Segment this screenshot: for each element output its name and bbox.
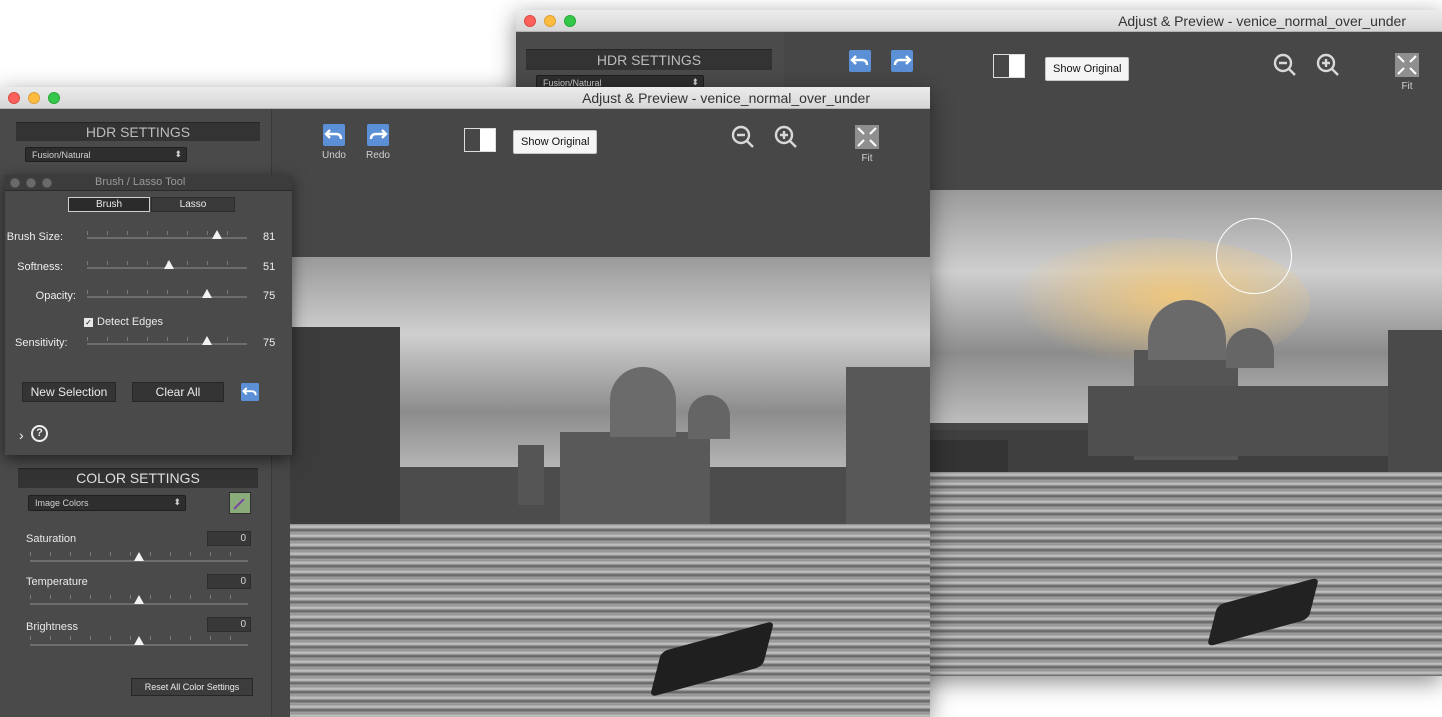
back-fit-button[interactable]: Fit xyxy=(1392,53,1422,92)
front-compare-icon[interactable] xyxy=(464,128,496,152)
close-button[interactable] xyxy=(8,92,20,104)
sensitivity-ticks xyxy=(87,337,247,341)
redo-icon xyxy=(367,124,389,146)
minimize-button[interactable] xyxy=(544,15,556,27)
back-zoom-out-icon[interactable] xyxy=(1273,53,1297,77)
back-show-original-button[interactable]: Show Original xyxy=(1045,57,1130,81)
opacity-ticks xyxy=(87,290,247,294)
redo-icon xyxy=(891,50,913,72)
undo-label: Undo xyxy=(322,150,346,161)
reset-color-settings-button[interactable]: Reset All Color Settings xyxy=(131,678,253,696)
back-redo-button[interactable] xyxy=(888,50,916,76)
undo-icon xyxy=(849,50,871,72)
front-zoom-out-icon[interactable] xyxy=(731,125,755,149)
brightness-value[interactable]: 0 xyxy=(207,617,251,632)
select-arrow-icon: ⬍ xyxy=(174,149,182,159)
close-button[interactable] xyxy=(524,15,536,27)
opacity-thumb[interactable] xyxy=(202,289,212,298)
softness-thumb[interactable] xyxy=(163,260,174,269)
color-settings-header: COLOR SETTINGS xyxy=(18,468,258,488)
brush-size-label: Brush Size: xyxy=(6,231,63,243)
undo-icon xyxy=(323,124,345,146)
detect-edges-checkbox[interactable]: ✓ xyxy=(84,318,93,327)
front-preset-select[interactable]: Fusion/Natural ⬍ xyxy=(25,147,187,162)
brush-lasso-window: Brush / Lasso Tool Brush Lasso Brush Siz… xyxy=(5,175,292,455)
color-picker-button[interactable] xyxy=(229,492,251,514)
brightness-thumb[interactable] xyxy=(134,636,144,645)
fit-icon xyxy=(855,125,879,149)
sensitivity-value: 75 xyxy=(263,337,276,349)
zoom-button[interactable] xyxy=(564,15,576,27)
minimize-button[interactable] xyxy=(28,92,40,104)
front-zoom-in-icon[interactable] xyxy=(774,125,798,149)
front-preview-image[interactable] xyxy=(290,257,930,717)
front-window: Adjust & Preview - venice_normal_over_un… xyxy=(0,87,930,717)
close-button[interactable] xyxy=(10,178,20,188)
new-selection-button[interactable]: New Selection xyxy=(22,382,116,402)
back-preview-image[interactable] xyxy=(928,190,1442,676)
selection-undo-icon[interactable] xyxy=(241,383,259,401)
color-preset-select[interactable]: Image Colors ⬍ xyxy=(28,495,186,511)
back-undo-button[interactable] xyxy=(846,50,874,76)
sensitivity-label: Sensitivity: xyxy=(15,337,68,349)
softness-value: 51 xyxy=(263,261,276,273)
opacity-label: Opacity: xyxy=(35,290,76,302)
sensitivity-thumb[interactable] xyxy=(202,336,212,345)
brush-size-ticks xyxy=(87,231,247,235)
detect-edges-label: Detect Edges xyxy=(97,316,164,328)
front-undo-button[interactable]: Undo xyxy=(320,124,348,161)
help-icon: ? xyxy=(36,427,43,439)
front-show-original-button[interactable]: Show Original xyxy=(513,130,598,154)
saturation-thumb[interactable] xyxy=(134,552,144,561)
brush-size-track xyxy=(87,237,247,239)
tab-lasso[interactable]: Lasso xyxy=(151,197,235,212)
fit-label: Fit xyxy=(861,153,873,164)
fit-icon xyxy=(1395,53,1419,77)
front-redo-button[interactable]: Redo xyxy=(364,124,392,161)
opacity-track xyxy=(87,296,247,298)
select-arrow-icon: ⬍ xyxy=(173,497,181,507)
back-fit-label: Fit xyxy=(1401,81,1413,92)
softness-label: Softness: xyxy=(17,261,63,273)
saturation-value[interactable]: 0 xyxy=(207,531,251,546)
back-compare-icon[interactable] xyxy=(993,54,1025,78)
clear-all-button[interactable]: Clear All xyxy=(132,382,224,402)
front-hdr-header: HDR SETTINGS xyxy=(16,122,260,141)
redo-label: Redo xyxy=(366,150,390,161)
temperature-thumb[interactable] xyxy=(134,595,144,604)
tab-brush[interactable]: Brush xyxy=(68,197,150,212)
brush-size-value: 81 xyxy=(263,231,276,243)
zoom-button[interactable] xyxy=(48,92,60,104)
brightness-label: Brightness xyxy=(26,621,78,633)
opacity-value: 75 xyxy=(263,290,276,302)
back-window-title: Adjust & Preview - venice_normal_over_un… xyxy=(1118,13,1406,29)
sensitivity-track xyxy=(87,343,247,345)
brush-cursor-ring xyxy=(1216,218,1292,294)
brush-window-titlebar: Brush / Lasso Tool xyxy=(5,175,292,191)
back-hdr-header: HDR SETTINGS xyxy=(526,49,772,70)
eyedropper-icon xyxy=(233,498,245,510)
help-button[interactable]: ? xyxy=(31,425,48,442)
front-window-title: Adjust & Preview - venice_normal_over_un… xyxy=(582,90,870,106)
brush-size-thumb[interactable] xyxy=(211,230,222,239)
temperature-value[interactable]: 0 xyxy=(207,574,251,589)
zoom-button[interactable] xyxy=(42,178,52,188)
saturation-label: Saturation xyxy=(26,533,77,545)
back-zoom-in-icon[interactable] xyxy=(1316,53,1340,77)
expand-chevron-icon[interactable]: › xyxy=(19,427,24,443)
back-titlebar: Adjust & Preview - venice_normal_over_un… xyxy=(516,10,1442,32)
brush-window-title: Brush / Lasso Tool xyxy=(95,176,186,188)
back-side-panel: HDR SETTINGS Fusion/Natural ⬍ xyxy=(516,32,784,92)
minimize-button[interactable] xyxy=(26,178,36,188)
temperature-label: Temperature xyxy=(26,576,88,588)
front-fit-button[interactable]: Fit xyxy=(852,125,882,164)
front-titlebar: Adjust & Preview - venice_normal_over_un… xyxy=(0,87,930,109)
